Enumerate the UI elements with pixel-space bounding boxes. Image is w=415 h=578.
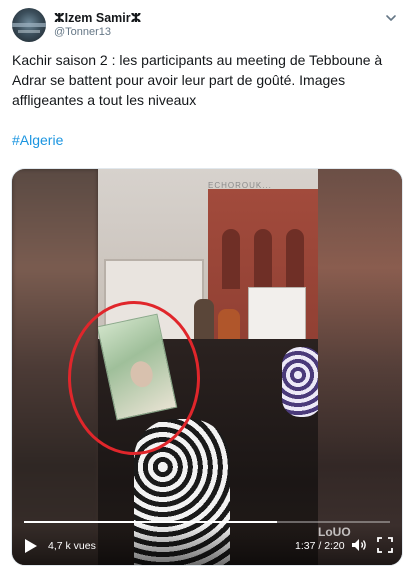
tweet-header: ⵣIzem Samirⵣ @Tonner13: [12, 8, 402, 42]
highlight-circle: [68, 301, 200, 455]
video-player[interactable]: ECHOROUK... LoUO 4,7 k vues 1:37 / 2:20: [11, 168, 403, 566]
view-count: 4,7 k vues: [48, 540, 96, 552]
video-blur-right: [316, 169, 402, 565]
tweet-text: Kachir saison 2 : les participants au me…: [12, 52, 383, 108]
corner-logo: LoUO: [318, 525, 351, 539]
avatar[interactable]: [12, 8, 46, 42]
video-time: 1:37 / 2:20: [295, 540, 345, 552]
progress-fill: [24, 521, 277, 523]
author-handle[interactable]: @Tonner13: [54, 26, 111, 38]
chevron-down-icon[interactable]: [384, 11, 398, 25]
progress-bar[interactable]: [24, 521, 390, 523]
play-icon[interactable]: [24, 538, 38, 554]
volume-icon[interactable]: [350, 536, 368, 554]
hashtag-link[interactable]: #Algerie: [12, 130, 63, 150]
author-name[interactable]: ⵣIzem Samirⵣ: [54, 10, 141, 25]
video-watermark: ECHOROUK...: [208, 181, 272, 190]
fullscreen-icon[interactable]: [377, 537, 393, 553]
